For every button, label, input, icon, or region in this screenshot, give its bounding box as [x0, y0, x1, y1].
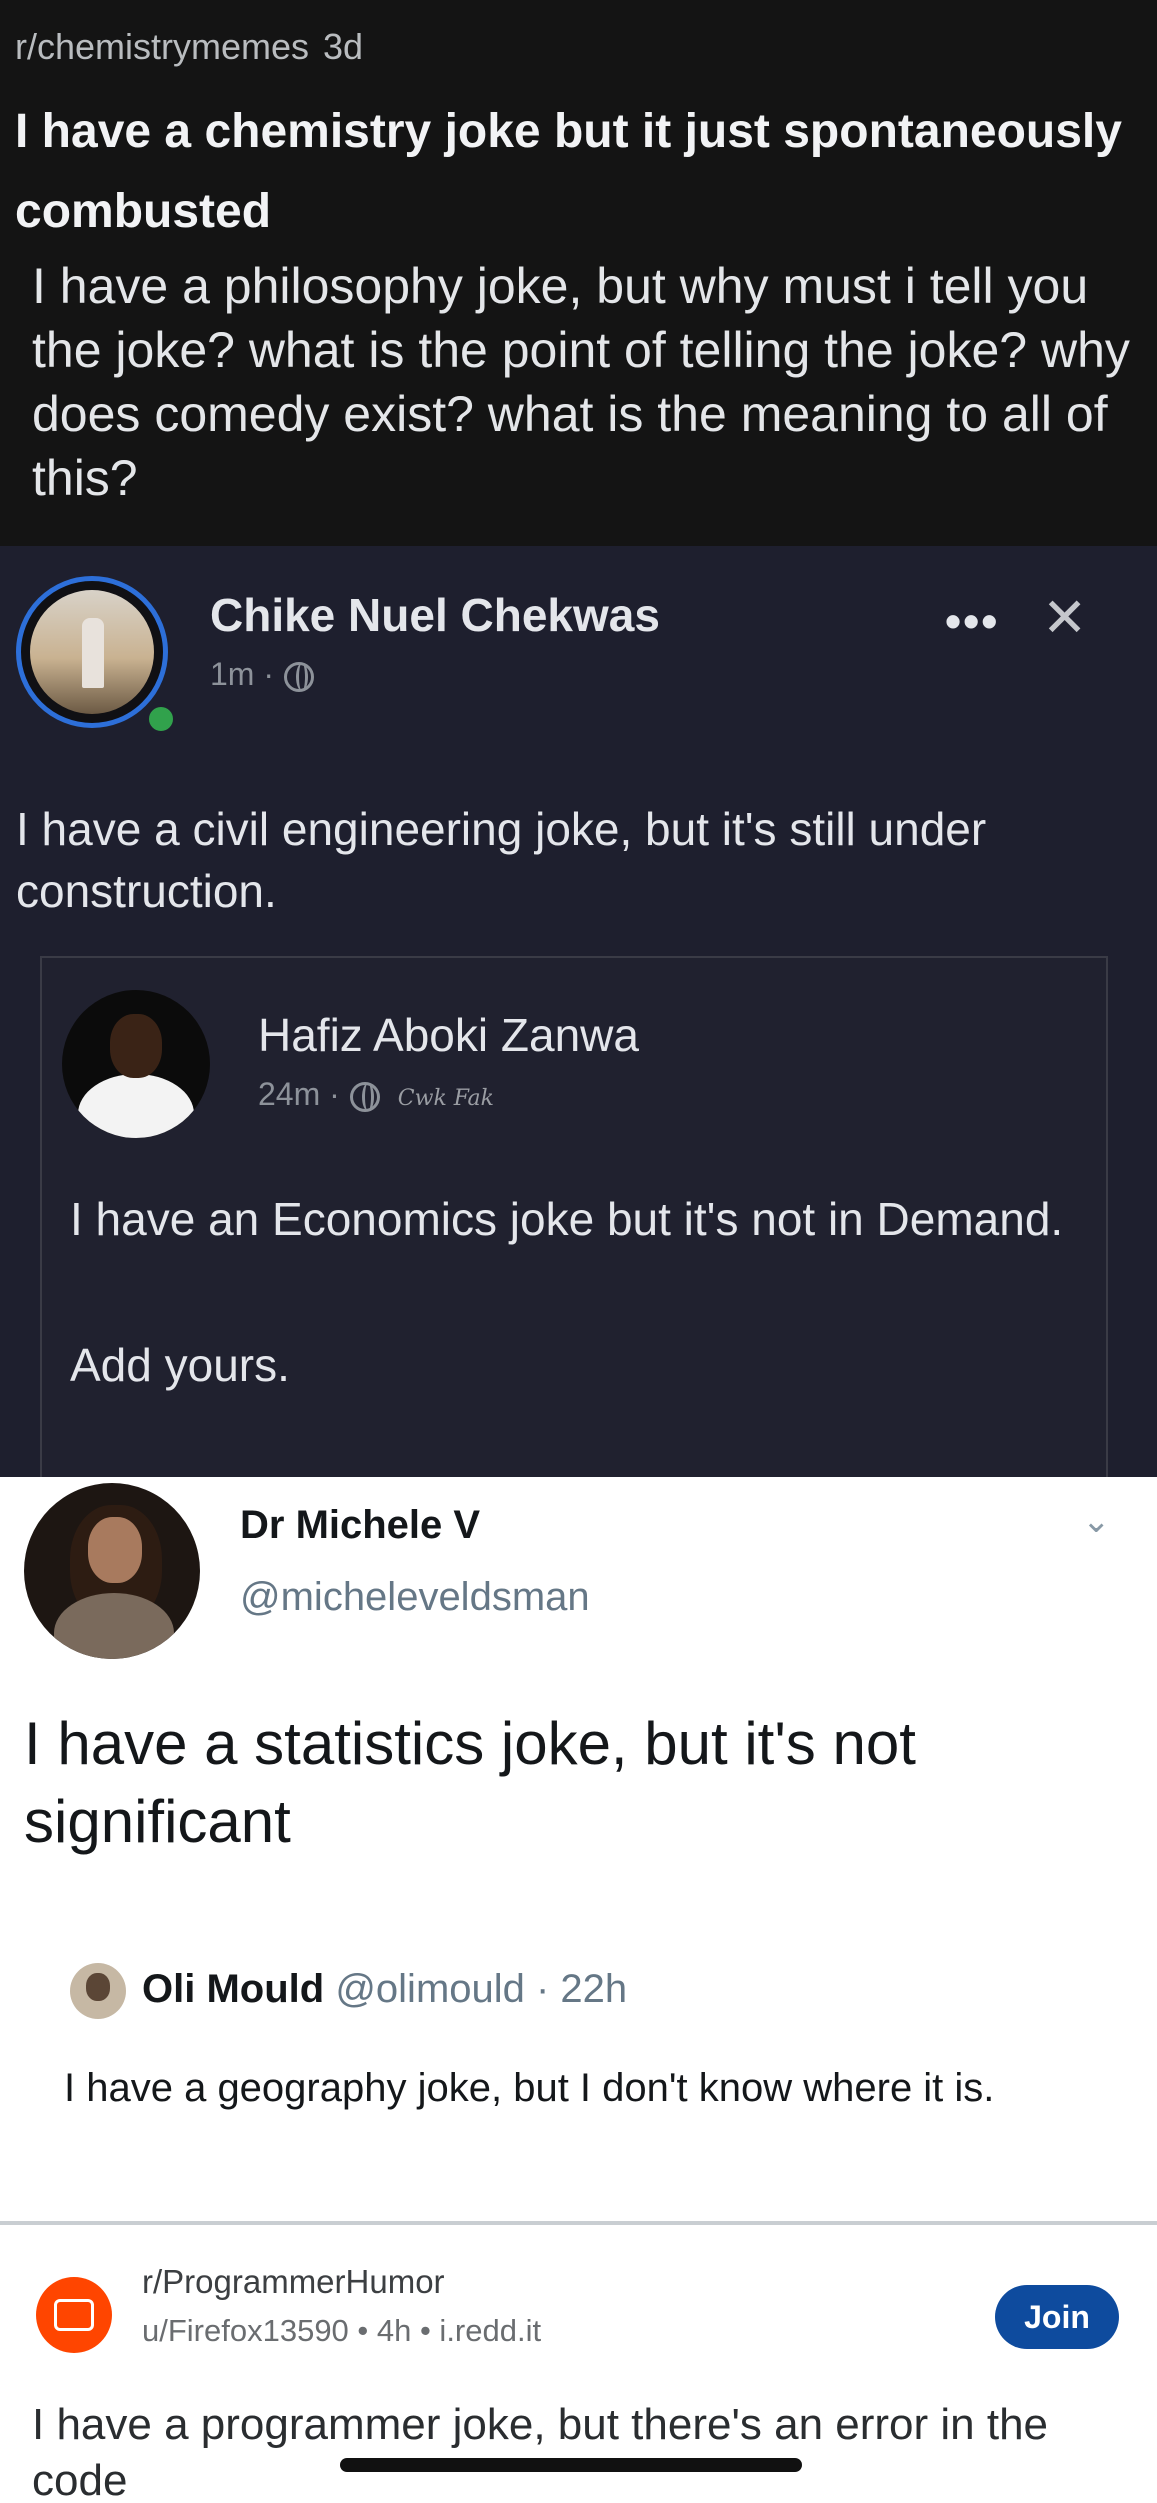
more-options-button[interactable]: •••: [945, 594, 999, 648]
shared-author-name[interactable]: Hafiz Aboki Zanwa: [258, 1008, 639, 1062]
subreddit-link[interactable]: r/chemistrymemes: [15, 26, 309, 67]
join-button[interactable]: Join: [995, 2285, 1119, 2349]
author-name[interactable]: Chike Nuel Chekwas: [210, 588, 660, 642]
subreddit-icon[interactable]: [36, 2277, 112, 2353]
quoted-tweet-header: Oli Mould @olimould · 22h: [142, 1967, 627, 2012]
post-meta: u/Firefox13590 • 4h • i.redd.it: [142, 2313, 542, 2348]
avatar[interactable]: [24, 1483, 200, 1659]
post-body: I have a philosophy joke, but why must i…: [32, 258, 1130, 506]
add-yours-prompt[interactable]: Add yours.: [70, 1338, 290, 1392]
globe-icon: [349, 1081, 380, 1112]
post-title[interactable]: I have a chemistry joke but it just spon…: [15, 92, 1135, 252]
post-title[interactable]: I have a programmer joke, but there's an…: [32, 2397, 1142, 2503]
reddit-post-dark: r/chemistrymemes 3d I have a chemistry jo…: [0, 0, 1157, 546]
quoted-author-name[interactable]: Oli Mould: [142, 1967, 324, 2011]
post-age: 3d: [323, 26, 364, 67]
online-status-dot: [144, 702, 178, 736]
signature: Cwk Fak: [397, 1086, 495, 1111]
facebook-post: Chike Nuel Chekwas 1m · ••• ✕ I have a c…: [0, 546, 1157, 1477]
post-time: 1m ·: [210, 656, 314, 693]
post-text: I have a civil engineering joke, but it'…: [16, 803, 987, 917]
chevron-down-icon[interactable]: ⌄: [1082, 1501, 1111, 1541]
avatar-image: [30, 590, 154, 714]
shared-time-text: 24m ·: [258, 1076, 340, 1112]
tweet-text: I have a statistics joke, but it's not s…: [24, 1710, 916, 1855]
tweet: Dr Michele V @micheleveldsman ⌄ I have a…: [0, 1477, 1157, 2225]
shared-avatar[interactable]: [62, 990, 210, 1138]
globe-icon: [284, 661, 314, 692]
quoted-tweet-text: I have a geography joke, but I don't kno…: [64, 2066, 995, 2110]
shared-post-time: 24m · Cwk Fak: [258, 1076, 494, 1113]
shared-post[interactable]: Hafiz Aboki Zanwa 24m · Cwk Fak I have an…: [40, 956, 1108, 1477]
home-indicator[interactable]: [340, 2458, 802, 2472]
post-time-text: 1m ·: [210, 656, 274, 692]
shared-post-text: I have an Economics joke but it's not in…: [70, 1193, 1064, 1245]
tweet-author-handle[interactable]: @micheleveldsman: [240, 1575, 590, 1620]
tweet-author-name[interactable]: Dr Michele V: [240, 1503, 480, 1548]
quoted-meta: @olimould · 22h: [335, 1967, 628, 2011]
close-button[interactable]: ✕: [1042, 586, 1087, 649]
quoted-avatar[interactable]: [70, 1963, 126, 2019]
avatar[interactable]: [16, 576, 168, 728]
subreddit-name[interactable]: r/ProgrammerHumor: [142, 2263, 445, 2301]
post-meta: r/chemistrymemes 3d: [15, 26, 363, 68]
